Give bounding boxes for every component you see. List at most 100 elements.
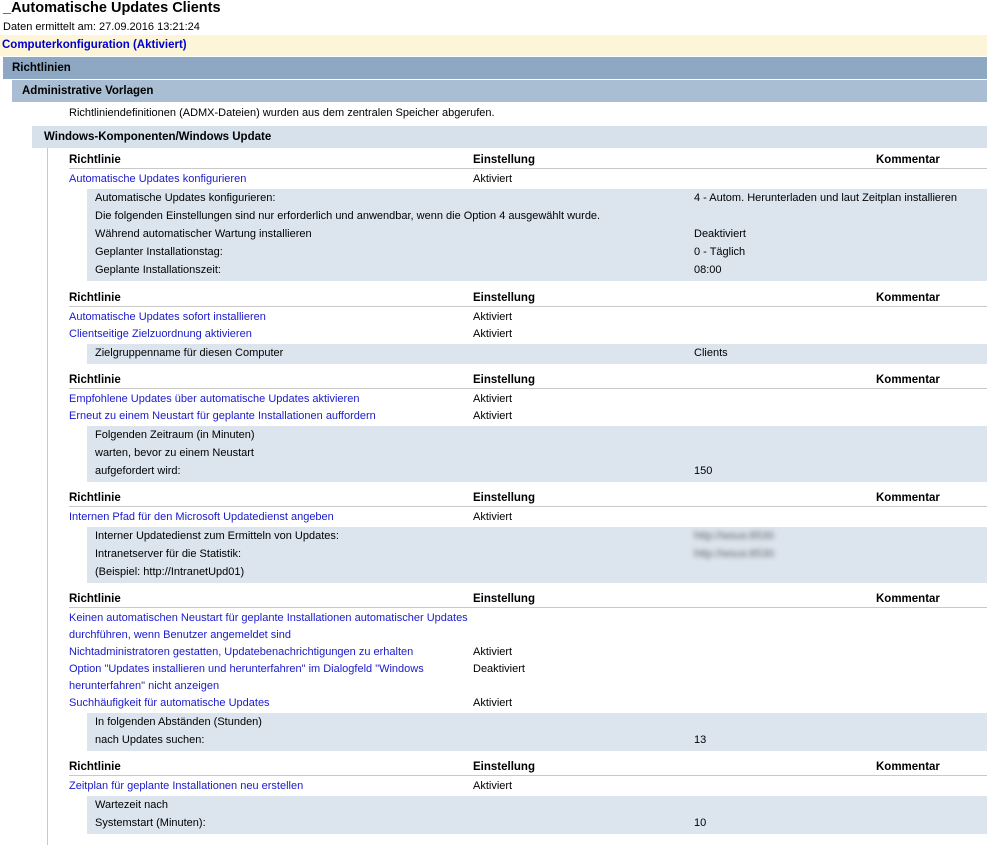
column-header-policy: Richtlinie — [69, 154, 121, 166]
policy-link-line[interactable]: Internen Pfad für den Microsoft Updatedi… — [69, 509, 334, 526]
detail-label: Geplanter Installationstag: — [95, 246, 223, 258]
detail-label: Zielgruppenname für diesen Computer — [95, 347, 284, 359]
detail-value: 13 — [694, 734, 707, 746]
policy-link-line[interactable]: Nichtadministratoren gestatten, Updatebe… — [69, 644, 413, 661]
detail-value: Clients — [694, 347, 728, 359]
column-header-setting: Einstellung — [473, 492, 535, 504]
policy-link-line[interactable]: Empfohlene Updates über automatische Upd… — [69, 391, 359, 408]
policy-setting-value: Aktiviert — [473, 646, 513, 658]
report-title: _Automatische Updates Clients — [3, 0, 221, 16]
column-header-row: Richtlinie Einstellung Kommentar — [69, 372, 987, 389]
detail-label: Intranetserver für die Statistik: — [95, 548, 242, 560]
column-header-comment: Kommentar — [876, 492, 940, 504]
report-date: Daten ermittelt am: 27.09.2016 13:21:24 — [3, 21, 200, 33]
section-computer-configuration[interactable]: Computerkonfiguration (Aktiviert) — [0, 35, 987, 56]
policy-row: Nichtadministratoren gestatten, Updatebe… — [69, 644, 987, 661]
policy-setting-value: Aktiviert — [473, 410, 513, 422]
detail-label: Interner Updatedienst zum Ermitteln von … — [95, 530, 339, 542]
policy-row: Empfohlene Updates über automatische Upd… — [69, 391, 987, 408]
policy-link-line[interactable]: Keinen automatischen Neustart für geplan… — [69, 610, 468, 627]
policy-link[interactable]: Suchhäufigkeit für automatische Updates — [69, 695, 270, 712]
policy-link-line[interactable]: Automatische Updates konfigurieren — [69, 171, 246, 188]
detail-value: http://wsus:8530 — [694, 530, 775, 542]
column-header-setting: Einstellung — [473, 292, 535, 304]
column-header-row: Richtlinie Einstellung Kommentar — [69, 290, 987, 307]
policy-link-line[interactable]: Suchhäufigkeit für automatische Updates — [69, 695, 270, 712]
column-header-setting: Einstellung — [473, 593, 535, 605]
detail-label: warten, bevor zu einem Neustart — [95, 447, 254, 459]
column-header-row: Richtlinie Einstellung Kommentar — [69, 152, 987, 169]
detail-value: 0 - Täglich — [694, 246, 746, 258]
detail-label: Folgenden Zeitraum (in Minuten) — [95, 429, 255, 441]
column-header-comment: Kommentar — [876, 593, 940, 605]
detail-label: Geplante Installationszeit: — [95, 264, 221, 276]
policy-details-box: Folgenden Zeitraum (in Minuten) warten, b… — [87, 426, 987, 482]
detail-value: 10 — [694, 817, 707, 829]
column-header-setting: Einstellung — [473, 374, 535, 386]
policy-details-box: Zielgruppenname für diesen Computer Clien… — [87, 344, 987, 364]
column-header-row: Richtlinie Einstellung Kommentar — [69, 759, 987, 776]
policy-details-box: In folgenden Abständen (Stunden) nach Upd… — [87, 713, 987, 751]
column-header-row: Richtlinie Einstellung Kommentar — [69, 591, 987, 608]
column-header-comment: Kommentar — [876, 761, 940, 773]
detail-label: nach Updates suchen: — [95, 734, 205, 746]
policy-row: Option "Updates installieren und herunte… — [69, 661, 987, 695]
policy-row: Erneut zu einem Neustart für geplante In… — [69, 408, 987, 425]
policy-setting-value: Aktiviert — [473, 511, 513, 523]
section-policies[interactable]: Richtlinien — [3, 57, 987, 79]
policy-link-line[interactable]: durchführen, wenn Benutzer angemeldet si… — [69, 627, 468, 644]
column-header-policy: Richtlinie — [69, 761, 121, 773]
policy-setting-value: Aktiviert — [473, 780, 513, 792]
policy-link-line[interactable]: herunterfahren" nicht anzeigen — [69, 678, 424, 695]
detail-label: In folgenden Abständen (Stunden) — [95, 716, 262, 728]
column-header-setting: Einstellung — [473, 154, 535, 166]
column-header-policy: Richtlinie — [69, 292, 121, 304]
policy-row: Suchhäufigkeit für automatische Updates A… — [69, 695, 987, 712]
policy-link-line[interactable]: Option "Updates installieren und herunte… — [69, 661, 424, 678]
policy-link-line[interactable]: Zeitplan für geplante Installationen neu… — [69, 778, 303, 795]
policy-link[interactable]: Erneut zu einem Neustart für geplante In… — [69, 408, 376, 425]
policy-link-line[interactable]: Clientseitige Zielzuordnung aktivieren — [69, 326, 252, 343]
policy-link[interactable]: Automatische Updates konfigurieren — [69, 171, 246, 188]
column-header-setting: Einstellung — [473, 761, 535, 773]
detail-value: 08:00 — [694, 264, 722, 276]
policy-link[interactable]: Option "Updates installieren und herunte… — [69, 661, 424, 695]
policy-row: Internen Pfad für den Microsoft Updatedi… — [69, 509, 987, 526]
column-header-comment: Kommentar — [876, 154, 940, 166]
policy-setting-value: Aktiviert — [473, 311, 513, 323]
policy-link-line[interactable]: Erneut zu einem Neustart für geplante In… — [69, 408, 376, 425]
policy-link[interactable]: Zeitplan für geplante Installationen neu… — [69, 778, 303, 795]
policy-setting-value: Aktiviert — [473, 173, 513, 185]
policy-row: Automatische Updates sofort installieren… — [69, 309, 987, 326]
section-administrative-templates[interactable]: Administrative Vorlagen — [12, 80, 987, 102]
policy-link[interactable]: Internen Pfad für den Microsoft Updatedi… — [69, 509, 334, 526]
policy-details-box: Interner Updatedienst zum Ermitteln von … — [87, 527, 987, 583]
policy-link[interactable]: Keinen automatischen Neustart für geplan… — [69, 610, 468, 644]
column-header-policy: Richtlinie — [69, 593, 121, 605]
detail-label: Die folgenden Einstellungen sind nur erf… — [95, 210, 601, 222]
policy-link[interactable]: Nichtadministratoren gestatten, Updatebe… — [69, 644, 413, 661]
policy-row: Keinen automatischen Neustart für geplan… — [69, 610, 987, 644]
policy-setting-value: Aktiviert — [473, 328, 513, 340]
policy-setting-value: Deaktiviert — [473, 663, 525, 675]
detail-label: Automatische Updates konfigurieren: — [95, 192, 276, 204]
policy-link[interactable]: Clientseitige Zielzuordnung aktivieren — [69, 326, 252, 343]
detail-value: 150 — [694, 465, 713, 477]
policy-row: Clientseitige Zielzuordnung aktivieren Ak… — [69, 326, 987, 343]
policy-link[interactable]: Empfohlene Updates über automatische Upd… — [69, 391, 359, 408]
admx-note: Richtliniendefinitionen (ADMX-Dateien) w… — [69, 107, 495, 119]
detail-label: aufgefordert wird: — [95, 465, 181, 477]
policy-setting-value: Aktiviert — [473, 393, 513, 405]
detail-label: Während automatischer Wartung installier… — [95, 228, 312, 240]
detail-value: Deaktiviert — [694, 228, 746, 240]
policy-details-box: Automatische Updates konfigurieren: 4 - A… — [87, 189, 987, 281]
detail-label: (Beispiel: http://IntranetUpd01) — [95, 566, 245, 578]
column-header-policy: Richtlinie — [69, 374, 121, 386]
section-windows-update[interactable]: Windows-Komponenten/Windows Update — [32, 126, 987, 148]
policy-link-line[interactable]: Automatische Updates sofort installieren — [69, 309, 266, 326]
policy-setting-value: Aktiviert — [473, 697, 513, 709]
detail-value: 4 - Autom. Herunterladen und laut Zeitpl… — [694, 192, 957, 204]
policy-link[interactable]: Automatische Updates sofort installieren — [69, 309, 266, 326]
policy-row: Zeitplan für geplante Installationen neu… — [69, 778, 987, 795]
column-header-comment: Kommentar — [876, 374, 940, 386]
